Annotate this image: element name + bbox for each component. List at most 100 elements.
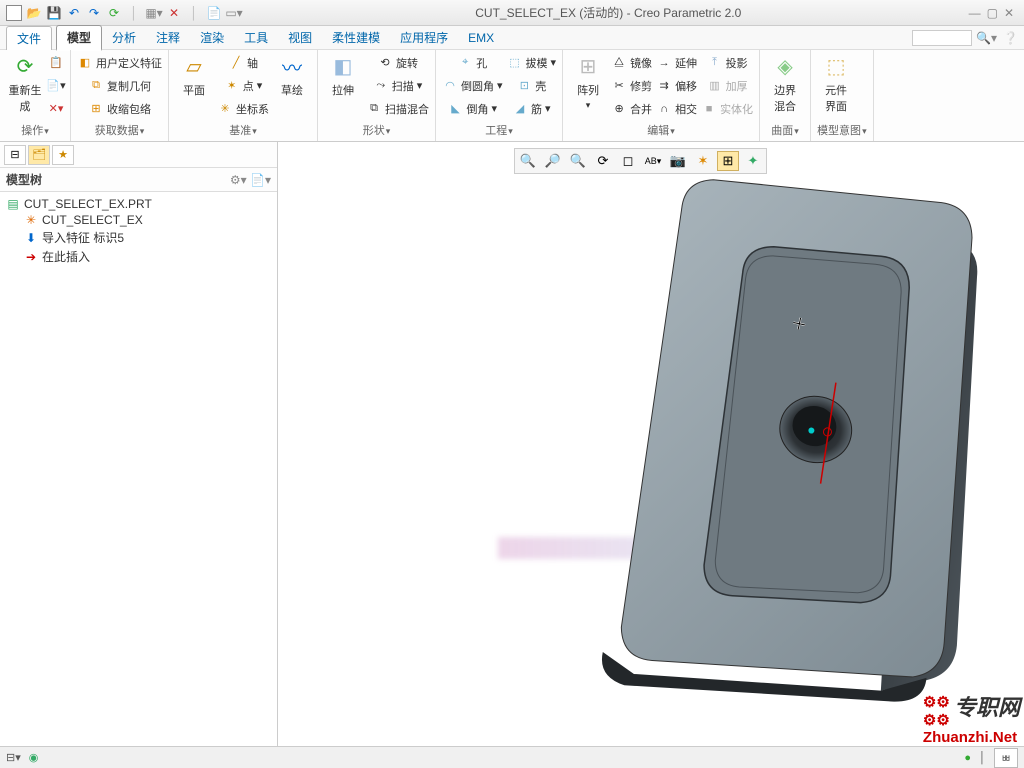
part-file-icon: ▤	[6, 197, 20, 211]
plane-icon: ▱	[180, 52, 208, 80]
copygeom-button[interactable]: ⧉复制几何	[88, 75, 151, 96]
solidify-button: ■实体化	[701, 98, 753, 119]
project-button[interactable]: ⤒投影	[707, 52, 748, 73]
windows-icon[interactable]: ▦▾	[146, 5, 162, 21]
tree-item-csys[interactable]: ✳CUT_SELECT_EX	[6, 212, 271, 228]
maximize-icon[interactable]: ▢	[987, 6, 998, 20]
pattern-icon: ⊞	[574, 52, 602, 80]
statusbar: ⊟▾ ◉ ● │ ㅃ	[0, 746, 1024, 768]
copy-icon[interactable]: 📋	[48, 52, 64, 73]
sweptblend-button[interactable]: ⧉扫描混合	[366, 98, 429, 119]
status-traffic-icon: ●	[964, 752, 971, 764]
arrow-right-icon: ➔	[24, 250, 38, 264]
window-title: CUT_SELECT_EX (活动的) - Creo Parametric 2.…	[248, 4, 969, 21]
plane-button[interactable]: ▱平面	[175, 52, 213, 98]
group-label-operate[interactable]: 操作	[6, 123, 64, 139]
round-button[interactable]: ◠倒圆角▾	[442, 75, 503, 96]
save-icon[interactable]: 💾	[46, 5, 62, 21]
group-label-surface[interactable]: 曲面	[766, 123, 804, 139]
tree-tab-3[interactable]: ★	[52, 145, 74, 165]
csys-button[interactable]: ✳坐标系	[217, 98, 269, 119]
group-engineering: ⌖孔 ◠倒圆角▾ ◣倒角▾ ⬚拔模▾ ⊡壳 ◢筋▾ 工程	[436, 50, 563, 141]
blend-icon: ◈	[771, 52, 799, 80]
shrinkwrap-button[interactable]: ⊞收缩包络	[88, 98, 151, 119]
sep: │	[126, 5, 142, 21]
rib-button[interactable]: ◢筋▾	[512, 98, 551, 119]
tab-emx[interactable]: EMX	[458, 28, 504, 48]
graphics-viewport[interactable]: 🔍 🔎 🔍 ⟳ ◻ AB▾ 📷 ✶ ⊞ ✦	[278, 142, 1024, 746]
status-separator: │	[979, 752, 986, 764]
window-controls: — ▢ ✕	[969, 6, 1024, 20]
tab-model[interactable]: 模型	[56, 25, 102, 51]
group-label-shape[interactable]: 形状	[324, 123, 429, 139]
ribbon: ⟳ 重新生 成 📋 📄▾ ✕▾ 操作 ◧用户定义特征 ⧉复制几何 ⊞收缩包络 获…	[0, 50, 1024, 142]
find-button[interactable]: ㅃ	[994, 748, 1018, 768]
tree-item-insert[interactable]: ➔在此插入	[6, 247, 271, 266]
tree-tab-bar: ⊟ 🗂 ★	[0, 142, 277, 168]
tree-body: ▤CUT_SELECT_EX.PRT ✳CUT_SELECT_EX ⬇导入特征 …	[0, 192, 277, 746]
draft-button[interactable]: ⬚拔模▾	[507, 52, 557, 73]
group-label-intent[interactable]: 模型意图	[817, 123, 867, 139]
group-datum: ▱平面 ╱轴 ✶点▾ ✳坐标系 〰草绘 基准	[169, 50, 318, 141]
axis-button[interactable]: ╱轴	[228, 52, 258, 73]
shell-button[interactable]: ⊡壳	[516, 75, 546, 96]
group-operate: ⟳ 重新生 成 📋 📄▾ ✕▾ 操作	[0, 50, 71, 141]
sketch-button[interactable]: 〰草绘	[273, 52, 311, 98]
group-label-getdata[interactable]: 获取数据	[77, 123, 162, 139]
tree-item-import[interactable]: ⬇导入特征 标识5	[6, 228, 271, 247]
group-shape: ◧拉伸 ⟲旋转 ⤳扫描▾ ⧉扫描混合 形状	[318, 50, 436, 141]
page-icon[interactable]: 📄	[206, 5, 222, 21]
menu-file[interactable]: 文件	[6, 26, 52, 50]
redo-icon[interactable]: ↷	[86, 5, 102, 21]
sweep-button[interactable]: ⤳扫描▾	[373, 75, 423, 96]
open-icon[interactable]: 📂	[26, 5, 42, 21]
chamfer-button[interactable]: ◣倒角▾	[448, 98, 498, 119]
regen-icon[interactable]: ⟳	[106, 5, 122, 21]
point-button[interactable]: ✶点▾	[224, 75, 263, 96]
pattern-button[interactable]: ⊞阵列▾	[569, 52, 607, 111]
group-label-datum[interactable]: 基准	[175, 123, 311, 139]
sep2: │	[186, 5, 202, 21]
extend-button: →延伸	[656, 52, 697, 73]
udf-button[interactable]: ◧用户定义特征	[77, 52, 162, 73]
regen-large-icon: ⟳	[11, 52, 39, 80]
close-icon[interactable]: ✕	[166, 5, 182, 21]
boundary-blend-button[interactable]: ◈边界 混合	[766, 52, 804, 114]
paste-icon[interactable]: 📄▾	[48, 75, 64, 96]
tab-tools[interactable]: 工具	[234, 26, 278, 49]
close-window-icon[interactable]: ✕	[1004, 6, 1014, 20]
tree-tools[interactable]: ⚙▾ 📄▾	[230, 173, 271, 187]
delete-icon[interactable]: ✕▾	[48, 98, 64, 119]
regenerate-button[interactable]: ⟳ 重新生 成	[6, 52, 44, 114]
revolve-button[interactable]: ⟲旋转	[377, 52, 418, 73]
help-icon[interactable]: ❔	[1003, 31, 1018, 45]
group-getdata: ◧用户定义特征 ⧉复制几何 ⊞收缩包络 获取数据	[71, 50, 169, 141]
minimize-icon[interactable]: —	[969, 6, 981, 20]
tab-apps[interactable]: 应用程序	[390, 26, 458, 49]
site-watermark: ⚙⚙⚙⚙ 专职网 Zhuanzhi.Net	[923, 690, 1020, 746]
tab-flex[interactable]: 柔性建模	[322, 26, 390, 49]
status-icon-1[interactable]: ⊟▾	[6, 751, 21, 764]
tab-analysis[interactable]: 分析	[102, 26, 146, 49]
box-icon[interactable]: ▭▾	[226, 5, 242, 21]
search-icon[interactable]: 🔍▾	[976, 31, 997, 45]
tree-root[interactable]: ▤CUT_SELECT_EX.PRT	[6, 196, 271, 212]
tree-tab-1[interactable]: ⊟	[4, 145, 26, 165]
status-icon-2[interactable]: ◉	[29, 751, 39, 764]
new-icon[interactable]: ▫	[6, 5, 22, 21]
extrude-button[interactable]: ◧拉伸	[324, 52, 362, 98]
search-input[interactable]	[912, 30, 972, 46]
trim-button: ✂修剪	[611, 75, 652, 96]
component-interface-button[interactable]: ⬚元件 界面	[817, 52, 855, 114]
tab-view[interactable]: 视图	[278, 26, 322, 49]
undo-icon[interactable]: ↶	[66, 5, 82, 21]
hole-button[interactable]: ⌖孔	[457, 52, 487, 73]
csys-icon: ✳	[24, 213, 38, 227]
quick-access-toolbar: ▫ 📂 💾 ↶ ↷ ⟳ │ ▦▾ ✕ │ 📄 ▭▾	[0, 3, 248, 23]
titlebar: ▫ 📂 💾 ↶ ↷ ⟳ │ ▦▾ ✕ │ 📄 ▭▾ CUT_SELECT_EX …	[0, 0, 1024, 26]
group-label-eng[interactable]: 工程	[442, 123, 556, 139]
group-label-edit[interactable]: 编辑	[569, 123, 753, 139]
tab-render[interactable]: 渲染	[190, 26, 234, 49]
tab-annotate[interactable]: 注释	[146, 26, 190, 49]
tree-tab-2[interactable]: 🗂	[28, 145, 50, 165]
